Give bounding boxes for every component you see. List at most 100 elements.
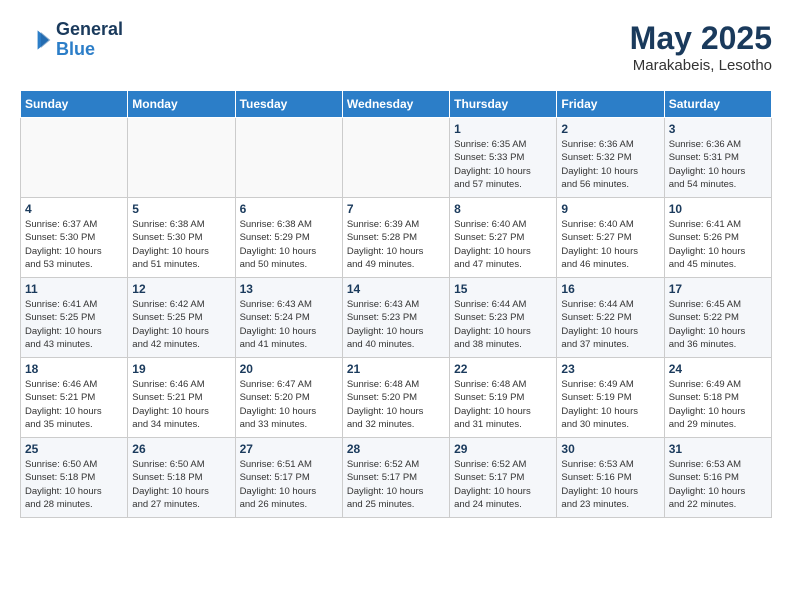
day-cell: 20 Sunrise: 6:47 AMSunset: 5:20 PMDayligh…: [235, 358, 342, 438]
week-row-5: 25Sunrise: 6:50 AMSunset: 5:18 PMDayligh…: [21, 438, 772, 518]
day-info: Sunrise: 6:43 AMSunset: 5:23 PMDaylight:…: [347, 298, 445, 351]
day-cell: 18 Sunrise: 6:46 AMSunset: 5:21 PMDayligh…: [21, 358, 128, 438]
month-title: May 2025: [630, 20, 772, 57]
calendar-body: 1 Sunrise: 6:35 AMSunset: 5:33 PMDaylight…: [21, 118, 772, 518]
header-cell-friday: Friday: [557, 91, 664, 118]
location-subtitle: Marakabeis, Lesotho: [630, 57, 772, 74]
day-number: 4: [25, 202, 123, 216]
day-info: Sunrise: 6:36 AMSunset: 5:31 PMDaylight:…: [669, 138, 767, 191]
day-info: Sunrise: 6:47 AMSunset: 5:20 PMDaylight:…: [240, 378, 338, 431]
day-cell: 3 Sunrise: 6:36 AMSunset: 5:31 PMDaylight…: [664, 118, 771, 198]
day-number: 19: [132, 362, 230, 376]
day-info: Sunrise: 6:50 AMSunset: 5:18 PMDaylight:…: [25, 458, 123, 511]
day-number: 5: [132, 202, 230, 216]
day-cell: [235, 118, 342, 198]
day-number: 6: [240, 202, 338, 216]
week-row-2: 4 Sunrise: 6:37 AMSunset: 5:30 PMDaylight…: [21, 198, 772, 278]
day-info: Sunrise: 6:45 AMSunset: 5:22 PMDaylight:…: [669, 298, 767, 351]
day-cell: 26 Sunrise: 6:50 AMSunset: 5:18 PMDayligh…: [128, 438, 235, 518]
day-info: Sunrise: 6:39 AMSunset: 5:28 PMDaylight:…: [347, 218, 445, 271]
logo-icon: [20, 24, 52, 56]
day-number: 10: [669, 202, 767, 216]
day-number: 12: [132, 282, 230, 296]
day-cell: 23 Sunrise: 6:49 AMSunset: 5:19 PMDayligh…: [557, 358, 664, 438]
day-cell: 25Sunrise: 6:50 AMSunset: 5:18 PMDayligh…: [21, 438, 128, 518]
header-cell-thursday: Thursday: [450, 91, 557, 118]
header-cell-monday: Monday: [128, 91, 235, 118]
header-cell-wednesday: Wednesday: [342, 91, 449, 118]
day-info: Sunrise: 6:49 AMSunset: 5:18 PMDaylight:…: [669, 378, 767, 431]
day-number: 21: [347, 362, 445, 376]
day-info: Sunrise: 6:49 AMSunset: 5:19 PMDaylight:…: [561, 378, 659, 431]
day-info: Sunrise: 6:50 AMSunset: 5:18 PMDaylight:…: [132, 458, 230, 511]
week-row-4: 18 Sunrise: 6:46 AMSunset: 5:21 PMDayligh…: [21, 358, 772, 438]
day-cell: 27Sunrise: 6:51 AMSunset: 5:17 PMDayligh…: [235, 438, 342, 518]
day-info: Sunrise: 6:44 AMSunset: 5:23 PMDaylight:…: [454, 298, 552, 351]
logo-line1: General: [56, 20, 123, 40]
day-number: 26: [132, 442, 230, 456]
day-cell: 11Sunrise: 6:41 AMSunset: 5:25 PMDayligh…: [21, 278, 128, 358]
logo: General Blue: [20, 20, 123, 60]
day-cell: 9 Sunrise: 6:40 AMSunset: 5:27 PMDaylight…: [557, 198, 664, 278]
day-number: 29: [454, 442, 552, 456]
day-cell: 31 Sunrise: 6:53 AMSunset: 5:16 PMDayligh…: [664, 438, 771, 518]
day-cell: 19 Sunrise: 6:46 AMSunset: 5:21 PMDayligh…: [128, 358, 235, 438]
day-cell: 6Sunrise: 6:38 AMSunset: 5:29 PMDaylight…: [235, 198, 342, 278]
day-cell: [342, 118, 449, 198]
day-cell: 10Sunrise: 6:41 AMSunset: 5:26 PMDayligh…: [664, 198, 771, 278]
day-info: Sunrise: 6:52 AMSunset: 5:17 PMDaylight:…: [347, 458, 445, 511]
day-number: 3: [669, 122, 767, 136]
day-info: Sunrise: 6:53 AMSunset: 5:16 PMDaylight:…: [561, 458, 659, 511]
day-cell: 14Sunrise: 6:43 AMSunset: 5:23 PMDayligh…: [342, 278, 449, 358]
day-number: 9: [561, 202, 659, 216]
day-cell: 30 Sunrise: 6:53 AMSunset: 5:16 PMDayligh…: [557, 438, 664, 518]
day-info: Sunrise: 6:46 AMSunset: 5:21 PMDaylight:…: [132, 378, 230, 431]
day-info: Sunrise: 6:35 AMSunset: 5:33 PMDaylight:…: [454, 138, 552, 191]
day-cell: 5Sunrise: 6:38 AMSunset: 5:30 PMDaylight…: [128, 198, 235, 278]
day-cell: [21, 118, 128, 198]
day-info: Sunrise: 6:42 AMSunset: 5:25 PMDaylight:…: [132, 298, 230, 351]
day-number: 7: [347, 202, 445, 216]
day-number: 1: [454, 122, 552, 136]
day-info: Sunrise: 6:37 AMSunset: 5:30 PMDaylight:…: [25, 218, 123, 271]
day-cell: 13Sunrise: 6:43 AMSunset: 5:24 PMDayligh…: [235, 278, 342, 358]
day-number: 13: [240, 282, 338, 296]
day-cell: 2Sunrise: 6:36 AMSunset: 5:32 PMDaylight…: [557, 118, 664, 198]
day-cell: 1 Sunrise: 6:35 AMSunset: 5:33 PMDaylight…: [450, 118, 557, 198]
week-row-3: 11Sunrise: 6:41 AMSunset: 5:25 PMDayligh…: [21, 278, 772, 358]
day-info: Sunrise: 6:48 AMSunset: 5:19 PMDaylight:…: [454, 378, 552, 431]
day-number: 20: [240, 362, 338, 376]
day-info: Sunrise: 6:40 AMSunset: 5:27 PMDaylight:…: [561, 218, 659, 271]
day-cell: 17Sunrise: 6:45 AMSunset: 5:22 PMDayligh…: [664, 278, 771, 358]
calendar-table: SundayMondayTuesdayWednesdayThursdayFrid…: [20, 90, 772, 518]
day-number: 30: [561, 442, 659, 456]
page-header: General Blue May 2025 Marakabeis, Lesoth…: [20, 20, 772, 74]
day-info: Sunrise: 6:51 AMSunset: 5:17 PMDaylight:…: [240, 458, 338, 511]
day-number: 22: [454, 362, 552, 376]
header-cell-sunday: Sunday: [21, 91, 128, 118]
header-row: SundayMondayTuesdayWednesdayThursdayFrid…: [21, 91, 772, 118]
day-number: 16: [561, 282, 659, 296]
day-cell: 24 Sunrise: 6:49 AMSunset: 5:18 PMDayligh…: [664, 358, 771, 438]
day-info: Sunrise: 6:44 AMSunset: 5:22 PMDaylight:…: [561, 298, 659, 351]
day-number: 31: [669, 442, 767, 456]
day-number: 23: [561, 362, 659, 376]
day-info: Sunrise: 6:53 AMSunset: 5:16 PMDaylight:…: [669, 458, 767, 511]
day-info: Sunrise: 6:46 AMSunset: 5:21 PMDaylight:…: [25, 378, 123, 431]
day-number: 24: [669, 362, 767, 376]
day-number: 18: [25, 362, 123, 376]
day-number: 15: [454, 282, 552, 296]
day-info: Sunrise: 6:48 AMSunset: 5:20 PMDaylight:…: [347, 378, 445, 431]
day-cell: 28Sunrise: 6:52 AMSunset: 5:17 PMDayligh…: [342, 438, 449, 518]
day-cell: 16 Sunrise: 6:44 AMSunset: 5:22 PMDayligh…: [557, 278, 664, 358]
header-cell-tuesday: Tuesday: [235, 91, 342, 118]
day-info: Sunrise: 6:41 AMSunset: 5:25 PMDaylight:…: [25, 298, 123, 351]
day-cell: 15 Sunrise: 6:44 AMSunset: 5:23 PMDayligh…: [450, 278, 557, 358]
header-cell-saturday: Saturday: [664, 91, 771, 118]
day-number: 2: [561, 122, 659, 136]
day-cell: 22 Sunrise: 6:48 AMSunset: 5:19 PMDayligh…: [450, 358, 557, 438]
day-cell: 29Sunrise: 6:52 AMSunset: 5:17 PMDayligh…: [450, 438, 557, 518]
logo-line2: Blue: [56, 40, 123, 60]
day-cell: 7 Sunrise: 6:39 AMSunset: 5:28 PMDaylight…: [342, 198, 449, 278]
day-cell: 12 Sunrise: 6:42 AMSunset: 5:25 PMDayligh…: [128, 278, 235, 358]
